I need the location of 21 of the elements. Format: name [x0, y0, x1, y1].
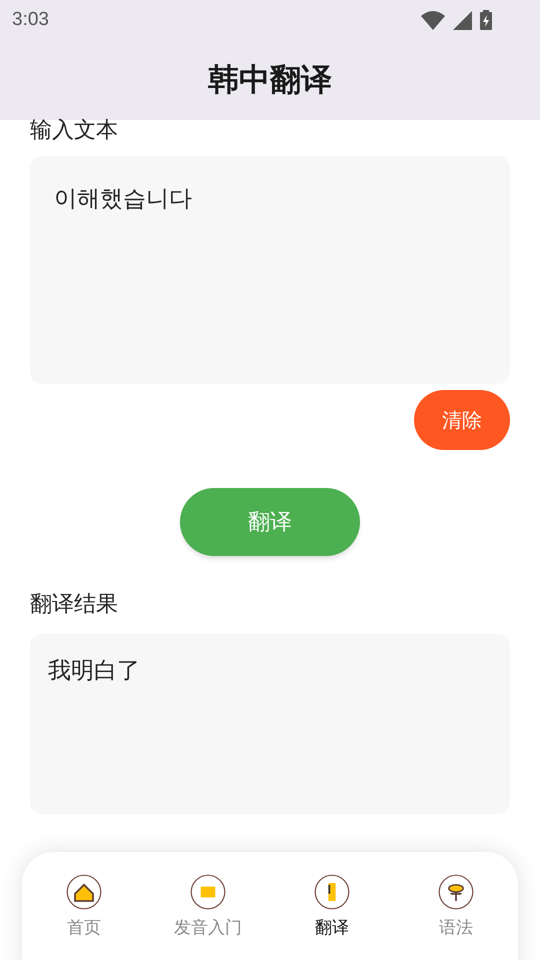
input-label: 输入文本 — [30, 117, 119, 145]
result-text: 我明白了 — [48, 658, 140, 684]
nav-tab[interactable]: 首页 — [29, 874, 139, 960]
pin-icon — [438, 874, 474, 910]
wifi-icon — [421, 10, 445, 30]
nav-tab[interactable]: 翻译 — [277, 874, 387, 960]
app-title: 韩中翻译 — [208, 60, 332, 100]
nav-label: 语法 — [439, 917, 473, 940]
battery-icon — [480, 10, 492, 30]
home-icon — [66, 874, 102, 910]
result-label: 翻译结果 — [30, 591, 119, 619]
nav-tab[interactable]: 语法 — [401, 874, 511, 960]
status-time: 3:03 — [12, 8, 49, 32]
nav-label: 发音入门 — [174, 917, 242, 940]
nav-label: 首页 — [67, 917, 101, 940]
clear-button[interactable]: 清除 — [414, 390, 510, 450]
nav-label: 翻译 — [315, 917, 349, 940]
nav-tab[interactable]: 发音入门 — [153, 874, 263, 960]
signal-icon — [453, 10, 472, 30]
input-field[interactable]: 이해했습니다 — [30, 156, 510, 384]
translate-button[interactable]: 翻译 — [180, 488, 360, 556]
